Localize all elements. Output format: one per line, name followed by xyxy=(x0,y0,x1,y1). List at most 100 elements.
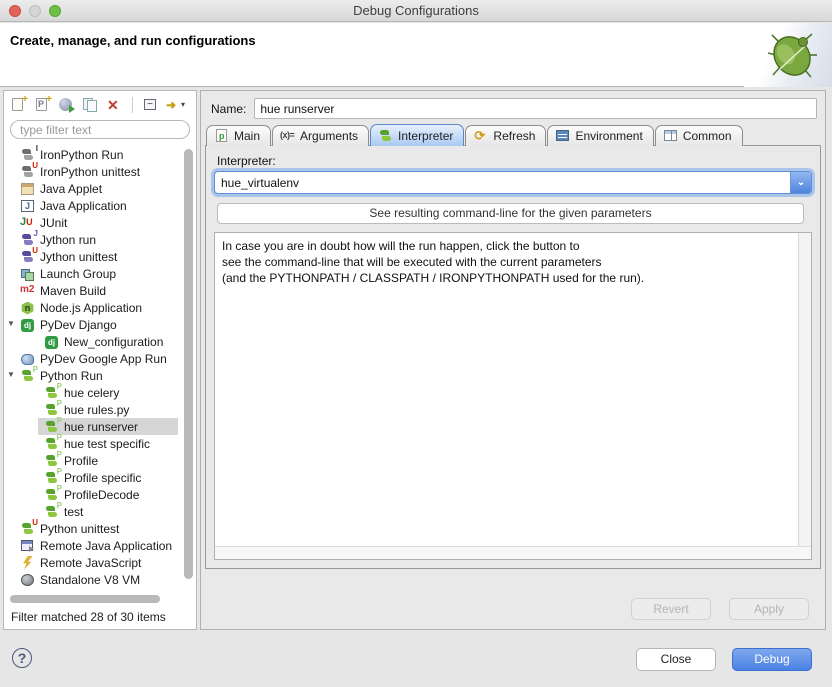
tree-item-java-applet[interactable]: Java Applet xyxy=(4,180,196,197)
tree-item-hue-celery[interactable]: P hue celery xyxy=(4,384,196,401)
tree-item-profile-specific[interactable]: P Profile specific xyxy=(4,469,196,486)
revert-apply-row: Revert Apply xyxy=(631,598,809,620)
python-icon xyxy=(378,129,393,143)
new-prototype-icon[interactable]: P+ xyxy=(34,97,51,113)
google-app-engine-icon xyxy=(20,352,36,366)
tree-horizontal-scrollbar[interactable] xyxy=(10,595,160,603)
name-input[interactable] xyxy=(254,98,817,119)
interpreter-combobox[interactable]: ⌄ xyxy=(214,171,812,194)
dialog-header: Create, manage, and run configurations xyxy=(0,23,832,87)
django-icon: dj xyxy=(44,335,60,349)
filter-row xyxy=(4,118,196,143)
zoom-window-button[interactable] xyxy=(49,5,61,17)
tree-item-profiledecode[interactable]: P ProfileDecode xyxy=(4,486,196,503)
tree-item-maven-build[interactable]: m2 Maven Build xyxy=(4,282,196,299)
tab-interpreter[interactable]: Interpreter xyxy=(370,124,464,146)
window-title: Debug Configurations xyxy=(353,3,479,18)
chevron-down-icon[interactable]: ⌄ xyxy=(790,172,811,193)
python-icon: P xyxy=(44,471,60,485)
configurations-sidebar: + P+ ✕ − ➜▾ I IronPython Run U IronPytho… xyxy=(3,90,197,630)
tree-vertical-scrollbar[interactable] xyxy=(184,149,193,579)
bug-icon xyxy=(744,23,832,87)
toolbar-separator xyxy=(132,97,133,113)
info-panel: In case you are in doubt how will the ru… xyxy=(214,232,812,560)
name-label: Name: xyxy=(211,102,246,116)
filter-status: Filter matched 28 of 30 items xyxy=(4,605,196,629)
tree-item-remote-javascript[interactable]: Remote JavaScript xyxy=(4,554,196,571)
tree-item-pydev-django[interactable]: ▼ dj PyDev Django xyxy=(4,316,196,333)
interpreter-tab-content: Interpreter: ⌄ See resulting command-lin… xyxy=(205,145,821,569)
dialog-button-bar: ? Close Debug xyxy=(0,631,832,687)
interpreter-input[interactable] xyxy=(215,176,790,190)
tree-item-ironpython-unittest[interactable]: U IronPython unittest xyxy=(4,163,196,180)
tab-environment[interactable]: Environment xyxy=(547,125,653,146)
tree-item-java-application[interactable]: J Java Application xyxy=(4,197,196,214)
tree-item-jython-unittest[interactable]: U Jython unittest xyxy=(4,248,196,265)
junit-icon: JU xyxy=(20,216,36,230)
window-controls xyxy=(9,5,61,17)
tab-main[interactable]: Main xyxy=(206,125,271,146)
launch-group-icon xyxy=(20,267,36,281)
config-tabs: Main (x)= Arguments Interpreter ⟳ Refres… xyxy=(206,124,744,146)
tree-item-hue-test-specific[interactable]: P hue test specific xyxy=(4,435,196,452)
tree-item-new-configuration[interactable]: dj New_configuration xyxy=(4,333,196,350)
common-icon xyxy=(663,129,678,143)
tree-horizontal-scrollbar-track xyxy=(4,593,196,605)
close-window-button[interactable] xyxy=(9,5,21,17)
tree-item-hue-runserver[interactable]: P hue runserver xyxy=(4,418,196,435)
python-icon: P xyxy=(20,369,36,383)
refresh-icon: ⟳ xyxy=(473,129,488,143)
jython-icon: U xyxy=(20,250,36,264)
python-icon: P xyxy=(44,437,60,451)
filter-input[interactable] xyxy=(10,120,190,139)
arguments-icon: (x)= xyxy=(280,129,295,143)
tree-item-launch-group[interactable]: Launch Group xyxy=(4,265,196,282)
expand-arrow-icon[interactable]: ▼ xyxy=(7,319,15,328)
tree-item-nodejs-application[interactable]: n Node.js Application xyxy=(4,299,196,316)
environment-icon xyxy=(555,129,570,143)
python-icon: P xyxy=(44,454,60,468)
apply-button[interactable]: Apply xyxy=(729,598,809,620)
collapse-all-icon[interactable]: − xyxy=(142,97,159,113)
java-applet-icon xyxy=(20,182,36,196)
jython-icon: J xyxy=(20,233,36,247)
tab-refresh[interactable]: ⟳ Refresh xyxy=(465,125,546,146)
expand-arrow-icon[interactable]: ▼ xyxy=(7,370,15,379)
django-icon: dj xyxy=(20,318,36,332)
ironpython-icon: I xyxy=(20,148,36,162)
tree-item-hue-rules-py[interactable]: P hue rules.py xyxy=(4,401,196,418)
python-icon: P xyxy=(44,386,60,400)
see-commandline-button[interactable]: See resulting command-line for the given… xyxy=(217,203,804,224)
tab-arguments[interactable]: (x)= Arguments xyxy=(272,125,369,146)
tree-item-python-run[interactable]: ▼ P Python Run xyxy=(4,367,196,384)
tree-item-python-unittest[interactable]: U Python unittest xyxy=(4,520,196,537)
tree-item-remote-java-application[interactable]: Remote Java Application xyxy=(4,537,196,554)
delete-configuration-icon[interactable]: ✕ xyxy=(106,97,123,113)
remote-java-icon xyxy=(20,539,36,553)
configurations-tree[interactable]: I IronPython Run U IronPython unittest J… xyxy=(4,143,196,593)
revert-button[interactable]: Revert xyxy=(631,598,711,620)
name-row: Name: xyxy=(211,98,817,119)
launch-toolbar: + P+ ✕ − ➜▾ xyxy=(4,91,196,118)
info-horizontal-scrollbar[interactable] xyxy=(215,546,811,559)
python-icon: P xyxy=(44,505,60,519)
minimize-window-button[interactable] xyxy=(29,5,41,17)
filter-launch-icon[interactable]: ➜▾ xyxy=(166,97,183,113)
duplicate-configuration-icon[interactable] xyxy=(82,97,99,113)
python-icon: P xyxy=(44,403,60,417)
python-icon: U xyxy=(20,522,36,536)
java-application-icon: J xyxy=(20,199,36,213)
javascript-lightning-icon xyxy=(20,556,36,570)
info-vertical-scrollbar[interactable] xyxy=(798,233,811,546)
tree-item-standalone-v8-vm[interactable]: Standalone V8 VM xyxy=(4,571,196,588)
new-configuration-icon[interactable]: + xyxy=(10,97,27,113)
debug-button[interactable]: Debug xyxy=(732,648,812,671)
close-button[interactable]: Close xyxy=(636,648,716,671)
main-tab-icon xyxy=(214,129,229,143)
python-icon: P xyxy=(44,488,60,502)
configuration-detail-panel: Name: Main (x)= Arguments Interpreter ⟳ … xyxy=(200,90,826,630)
export-configuration-icon[interactable] xyxy=(58,97,75,113)
tab-common[interactable]: Common xyxy=(655,125,743,146)
tree-item-profile[interactable]: P Profile xyxy=(4,452,196,469)
help-button[interactable]: ? xyxy=(12,648,32,668)
